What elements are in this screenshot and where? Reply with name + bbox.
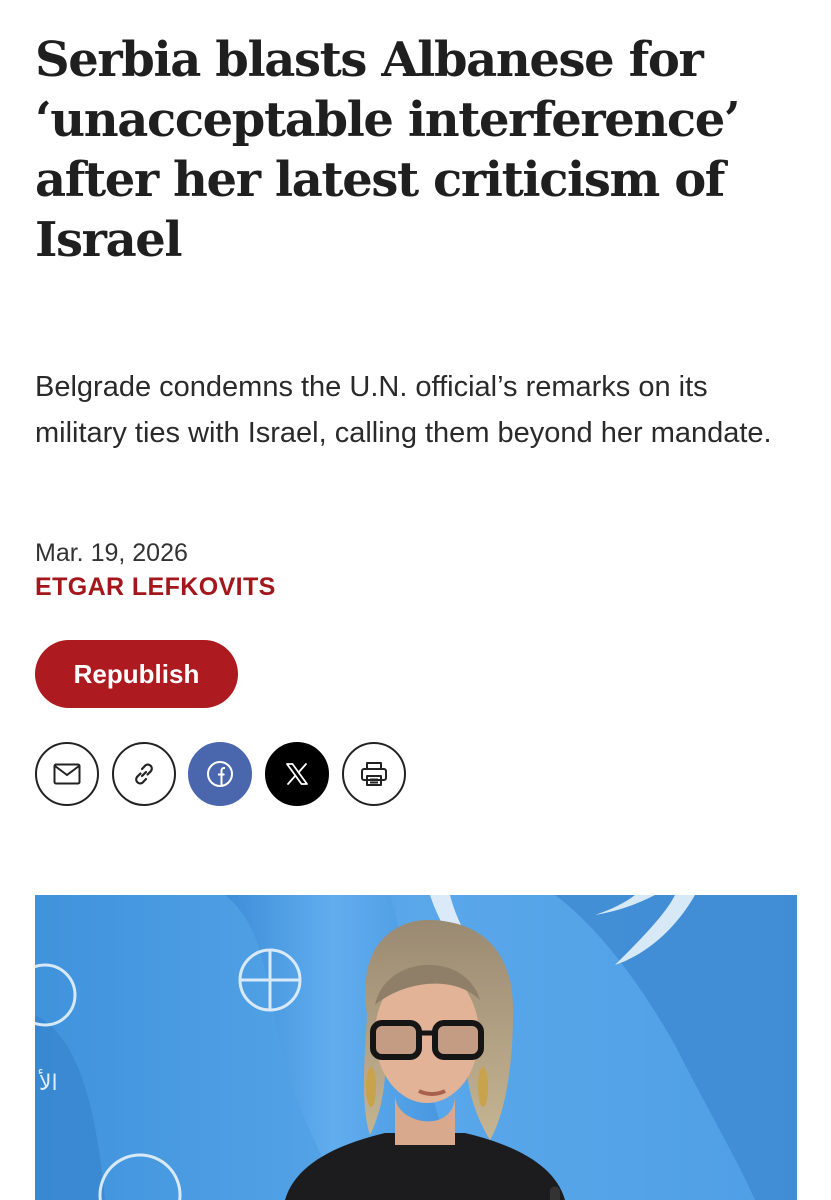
share-facebook-button[interactable] — [188, 742, 252, 806]
share-bar — [35, 742, 435, 810]
photo-illustration: الأ — [35, 895, 797, 1200]
subheadline: Belgrade condemns the U.N. official’s re… — [35, 371, 772, 449]
headline: Serbia blasts Albanese for ‘unacceptable… — [35, 32, 741, 268]
article-photo: الأ — [35, 895, 797, 1200]
facebook-icon — [207, 761, 233, 787]
printer-icon — [361, 762, 387, 786]
x-icon — [286, 763, 308, 785]
link-icon — [135, 763, 153, 785]
share-email-button[interactable] — [35, 742, 99, 806]
share-link-button[interactable] — [112, 742, 176, 806]
share-print-button[interactable] — [342, 742, 406, 806]
author-link[interactable]: ETGAR LEFKOVITS — [35, 571, 276, 603]
share-x-button[interactable] — [265, 742, 329, 806]
publish-date: Mar. 19, 2026 — [35, 539, 188, 567]
republish-button[interactable]: Republish — [35, 640, 238, 708]
envelope-icon — [53, 763, 81, 785]
photo-watermark-text: الأ — [38, 1069, 58, 1096]
